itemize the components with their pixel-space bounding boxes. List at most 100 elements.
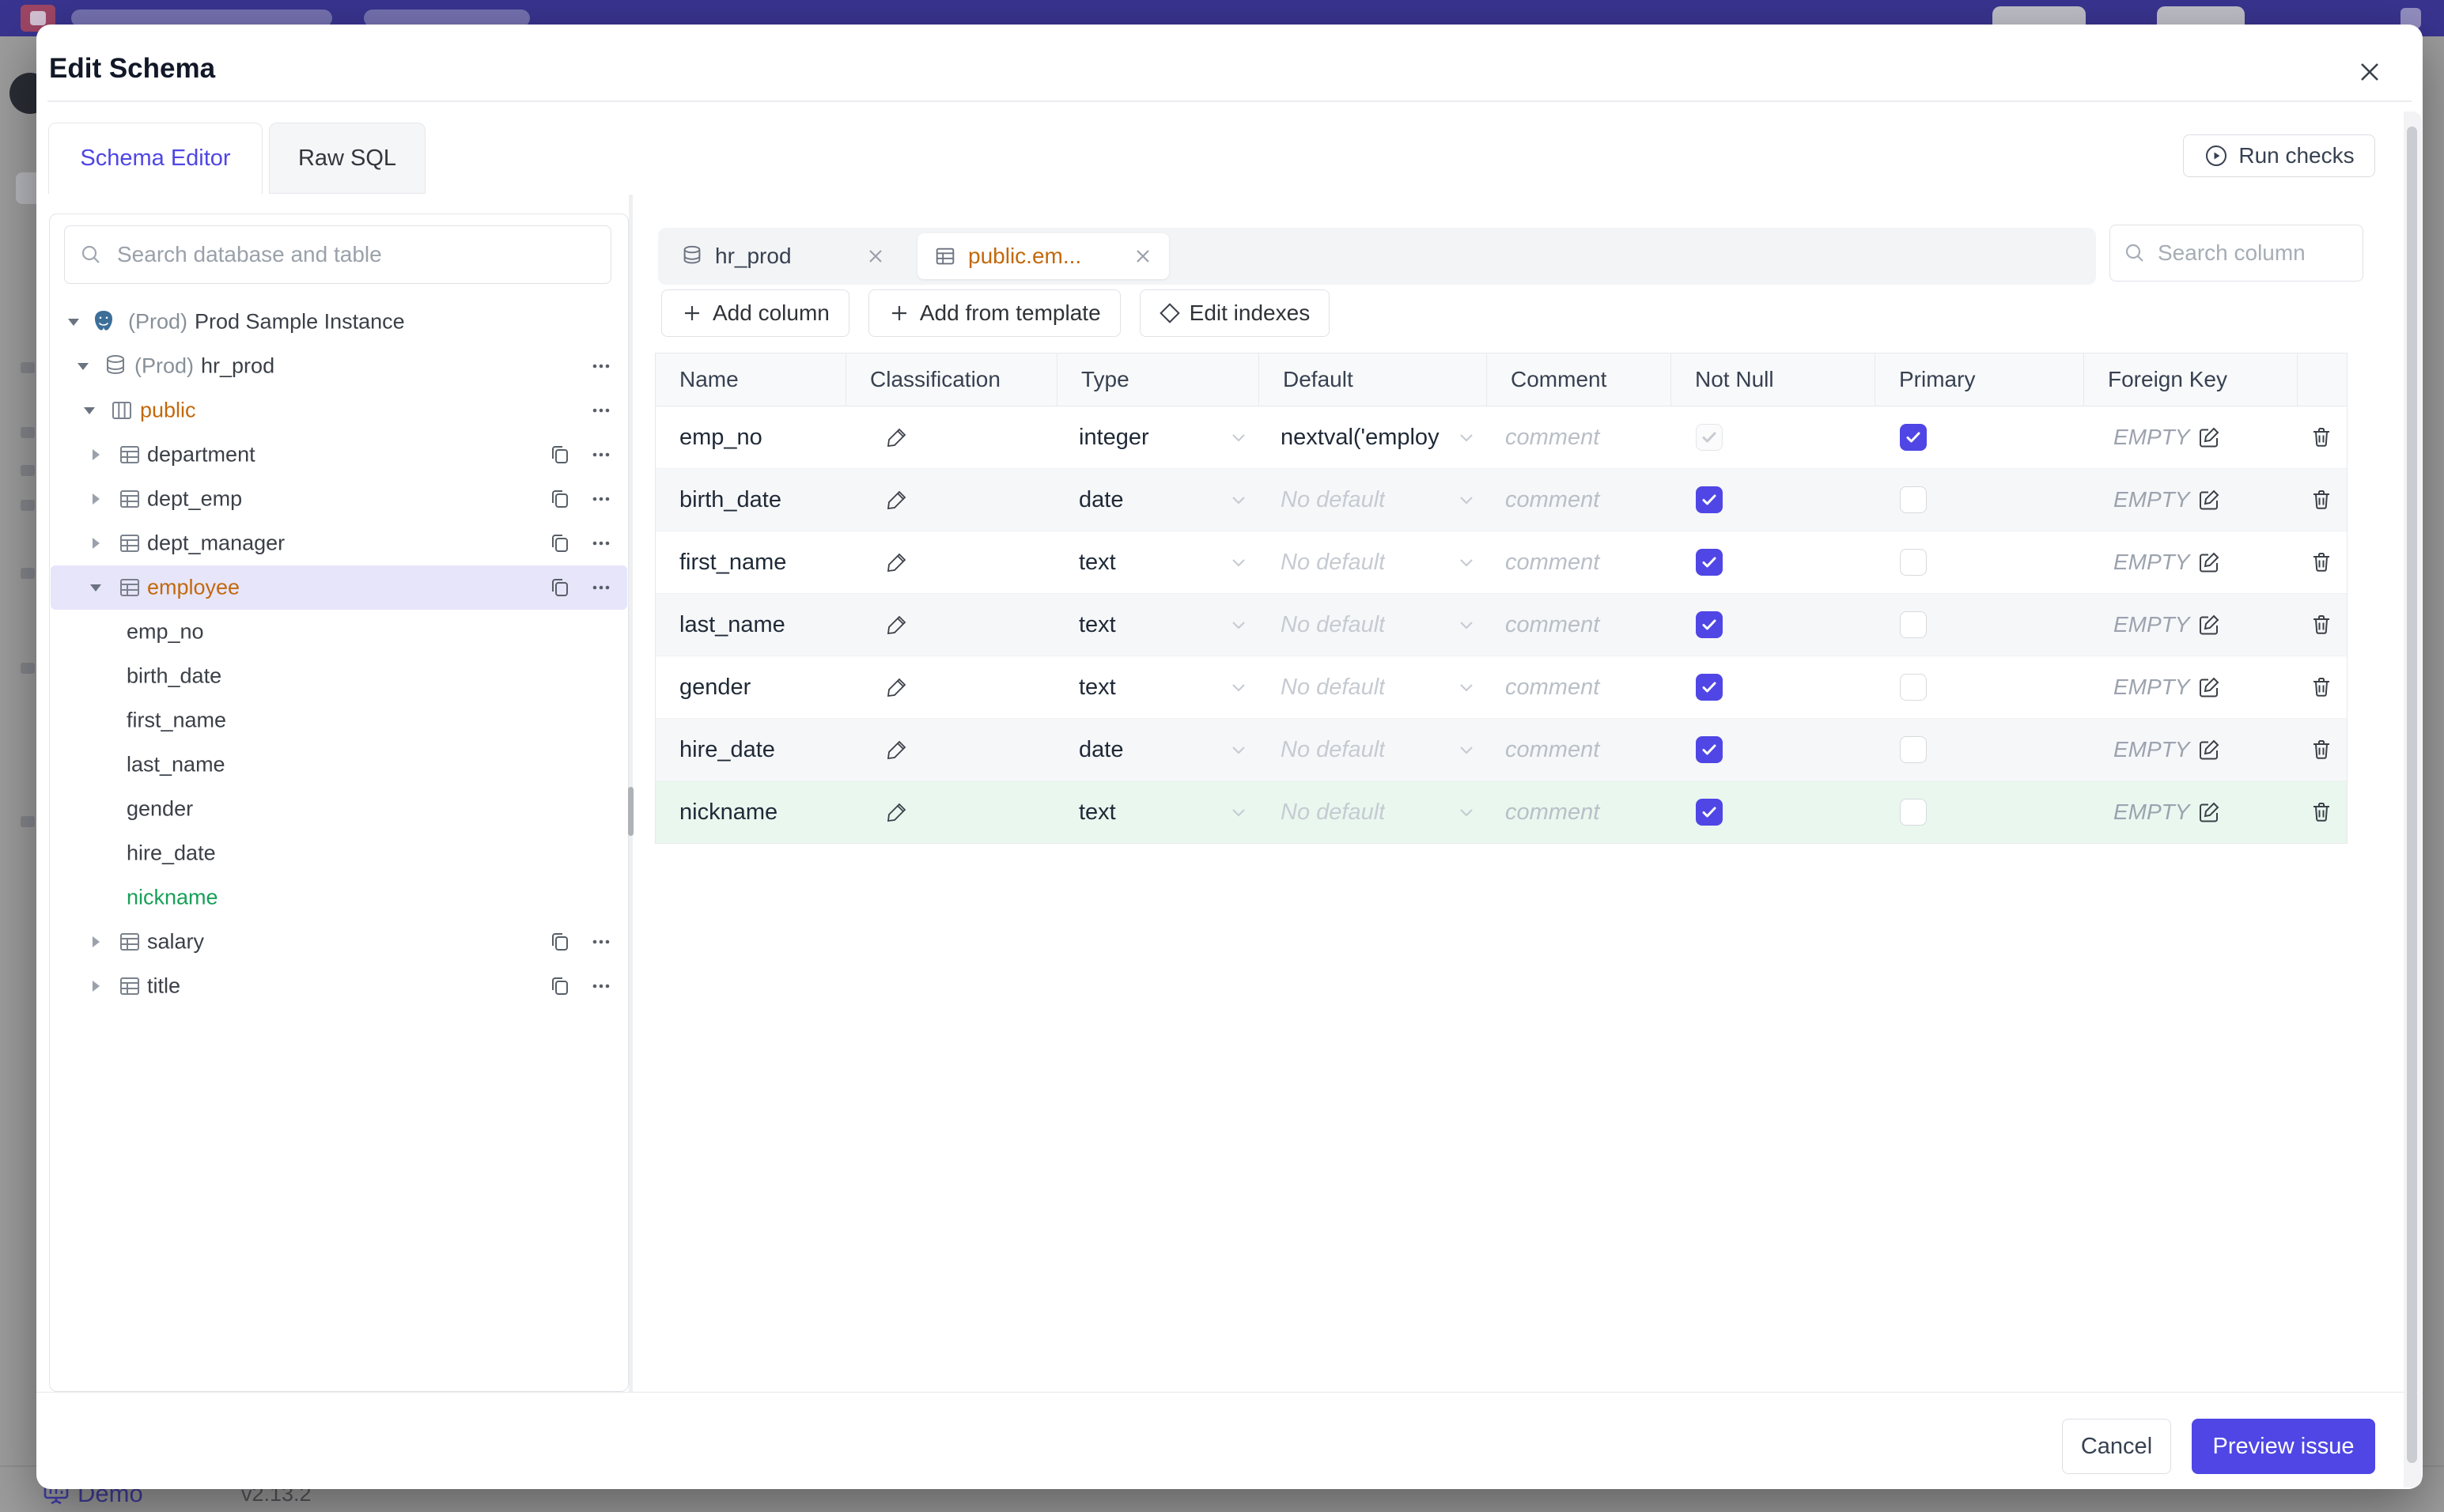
tab-raw-sql[interactable]: Raw SQL (269, 123, 426, 194)
not-null-checkbox[interactable] (1696, 549, 1723, 576)
default-select[interactable]: No default (1258, 799, 1486, 826)
add-column-button[interactable]: Add column (661, 289, 849, 337)
type-select[interactable]: date (1057, 487, 1258, 513)
default-select[interactable]: nextval('employ (1258, 425, 1486, 451)
more-options-button[interactable] (589, 930, 613, 954)
tree-row[interactable]: (Prod) hr_prod (51, 344, 627, 388)
tab-schema-editor[interactable]: Schema Editor (48, 123, 263, 194)
primary-checkbox[interactable] (1900, 486, 1927, 513)
expand-icon[interactable] (87, 490, 104, 508)
tree-row[interactable]: gender (51, 787, 627, 831)
more-options-button[interactable] (589, 443, 613, 467)
tree-row[interactable]: department (51, 433, 627, 477)
search-database-input[interactable]: Search database and table (64, 225, 611, 284)
delete-column-button[interactable] (2309, 612, 2334, 637)
pencil-icon[interactable] (885, 488, 909, 512)
tree-row[interactable]: emp_no (51, 610, 627, 654)
edit-icon[interactable] (2197, 738, 2221, 762)
default-select[interactable]: No default (1258, 737, 1486, 763)
panel-resize-handle[interactable] (628, 787, 634, 836)
more-options-button[interactable] (589, 354, 613, 378)
tree-row[interactable]: salary (51, 920, 627, 964)
comment-input[interactable]: comment (1486, 425, 1670, 451)
default-select[interactable]: No default (1258, 612, 1486, 638)
type-select[interactable]: text (1057, 675, 1258, 701)
edit-icon[interactable] (2197, 488, 2221, 512)
preview-issue-button[interactable]: Preview issue (2192, 1419, 2375, 1474)
more-options-button[interactable] (589, 399, 613, 422)
column-name[interactable]: emp_no (656, 425, 846, 451)
comment-input[interactable]: comment (1486, 675, 1670, 701)
copy-table-button[interactable] (548, 443, 572, 467)
expand-icon[interactable] (87, 535, 104, 552)
default-select[interactable]: No default (1258, 550, 1486, 576)
delete-column-button[interactable] (2309, 425, 2334, 450)
column-name[interactable]: last_name (656, 612, 846, 638)
pencil-icon[interactable] (885, 738, 909, 762)
edit-icon[interactable] (2197, 613, 2221, 637)
tree-row[interactable]: hire_date (51, 831, 627, 875)
edit-indexes-button[interactable]: Edit indexes (1139, 289, 1330, 337)
not-null-checkbox[interactable] (1696, 674, 1723, 701)
open-tab-hr-prod[interactable]: hr_prod (664, 228, 902, 285)
tree-row[interactable]: dept_emp (51, 477, 627, 521)
modal-scrollbar-thumb[interactable] (2407, 127, 2417, 1463)
close-tab-icon[interactable] (865, 246, 886, 266)
pencil-icon[interactable] (885, 425, 909, 449)
type-select[interactable]: integer (1057, 425, 1258, 451)
cancel-button[interactable]: Cancel (2062, 1419, 2171, 1474)
comment-input[interactable]: comment (1486, 550, 1670, 576)
pencil-icon[interactable] (885, 675, 909, 699)
more-options-button[interactable] (589, 531, 613, 555)
delete-column-button[interactable] (2309, 675, 2334, 700)
more-options-button[interactable] (589, 487, 613, 511)
column-name[interactable]: hire_date (656, 737, 846, 763)
edit-icon[interactable] (2197, 675, 2221, 699)
run-checks-button[interactable]: Run checks (2183, 134, 2375, 177)
tree-row[interactable]: title (51, 964, 627, 1008)
delete-column-button[interactable] (2309, 737, 2334, 762)
tree-row[interactable]: dept_manager (51, 521, 627, 565)
delete-column-button[interactable] (2309, 799, 2334, 825)
more-options-button[interactable] (589, 576, 613, 599)
expand-icon[interactable] (74, 357, 92, 375)
copy-table-button[interactable] (548, 576, 572, 599)
comment-input[interactable]: comment (1486, 799, 1670, 826)
tree-row[interactable]: birth_date (51, 654, 627, 698)
tree-row[interactable]: nickname (51, 875, 627, 920)
tree-row[interactable]: employee (51, 565, 627, 610)
edit-icon[interactable] (2197, 550, 2221, 574)
copy-table-button[interactable] (548, 930, 572, 954)
edit-icon[interactable] (2197, 425, 2221, 449)
primary-checkbox[interactable] (1900, 674, 1927, 701)
type-select[interactable]: text (1057, 612, 1258, 638)
not-null-checkbox[interactable] (1696, 424, 1723, 451)
expand-icon[interactable] (87, 446, 104, 463)
close-tab-icon[interactable] (1133, 246, 1153, 266)
default-select[interactable]: No default (1258, 675, 1486, 701)
primary-checkbox[interactable] (1900, 736, 1927, 763)
delete-column-button[interactable] (2309, 487, 2334, 512)
close-icon[interactable] (2354, 56, 2385, 88)
primary-checkbox[interactable] (1900, 799, 1927, 826)
comment-input[interactable]: comment (1486, 737, 1670, 763)
primary-checkbox[interactable] (1900, 549, 1927, 576)
more-options-button[interactable] (589, 974, 613, 998)
open-tab-public-employee[interactable]: public.em... (917, 233, 1169, 279)
pencil-icon[interactable] (885, 800, 909, 824)
type-select[interactable]: text (1057, 799, 1258, 826)
primary-checkbox[interactable] (1900, 424, 1927, 451)
not-null-checkbox[interactable] (1696, 486, 1723, 513)
search-column-input[interactable]: Search column (2109, 225, 2363, 282)
expand-icon[interactable] (81, 402, 98, 419)
edit-icon[interactable] (2197, 800, 2221, 824)
column-name[interactable]: nickname (656, 799, 846, 826)
column-name[interactable]: first_name (656, 550, 846, 576)
tree-row[interactable]: public (51, 388, 627, 433)
tree-row[interactable]: first_name (51, 698, 627, 743)
column-name[interactable]: birth_date (656, 487, 846, 513)
copy-table-button[interactable] (548, 487, 572, 511)
column-name[interactable]: gender (656, 675, 846, 701)
copy-table-button[interactable] (548, 974, 572, 998)
pencil-icon[interactable] (885, 613, 909, 637)
